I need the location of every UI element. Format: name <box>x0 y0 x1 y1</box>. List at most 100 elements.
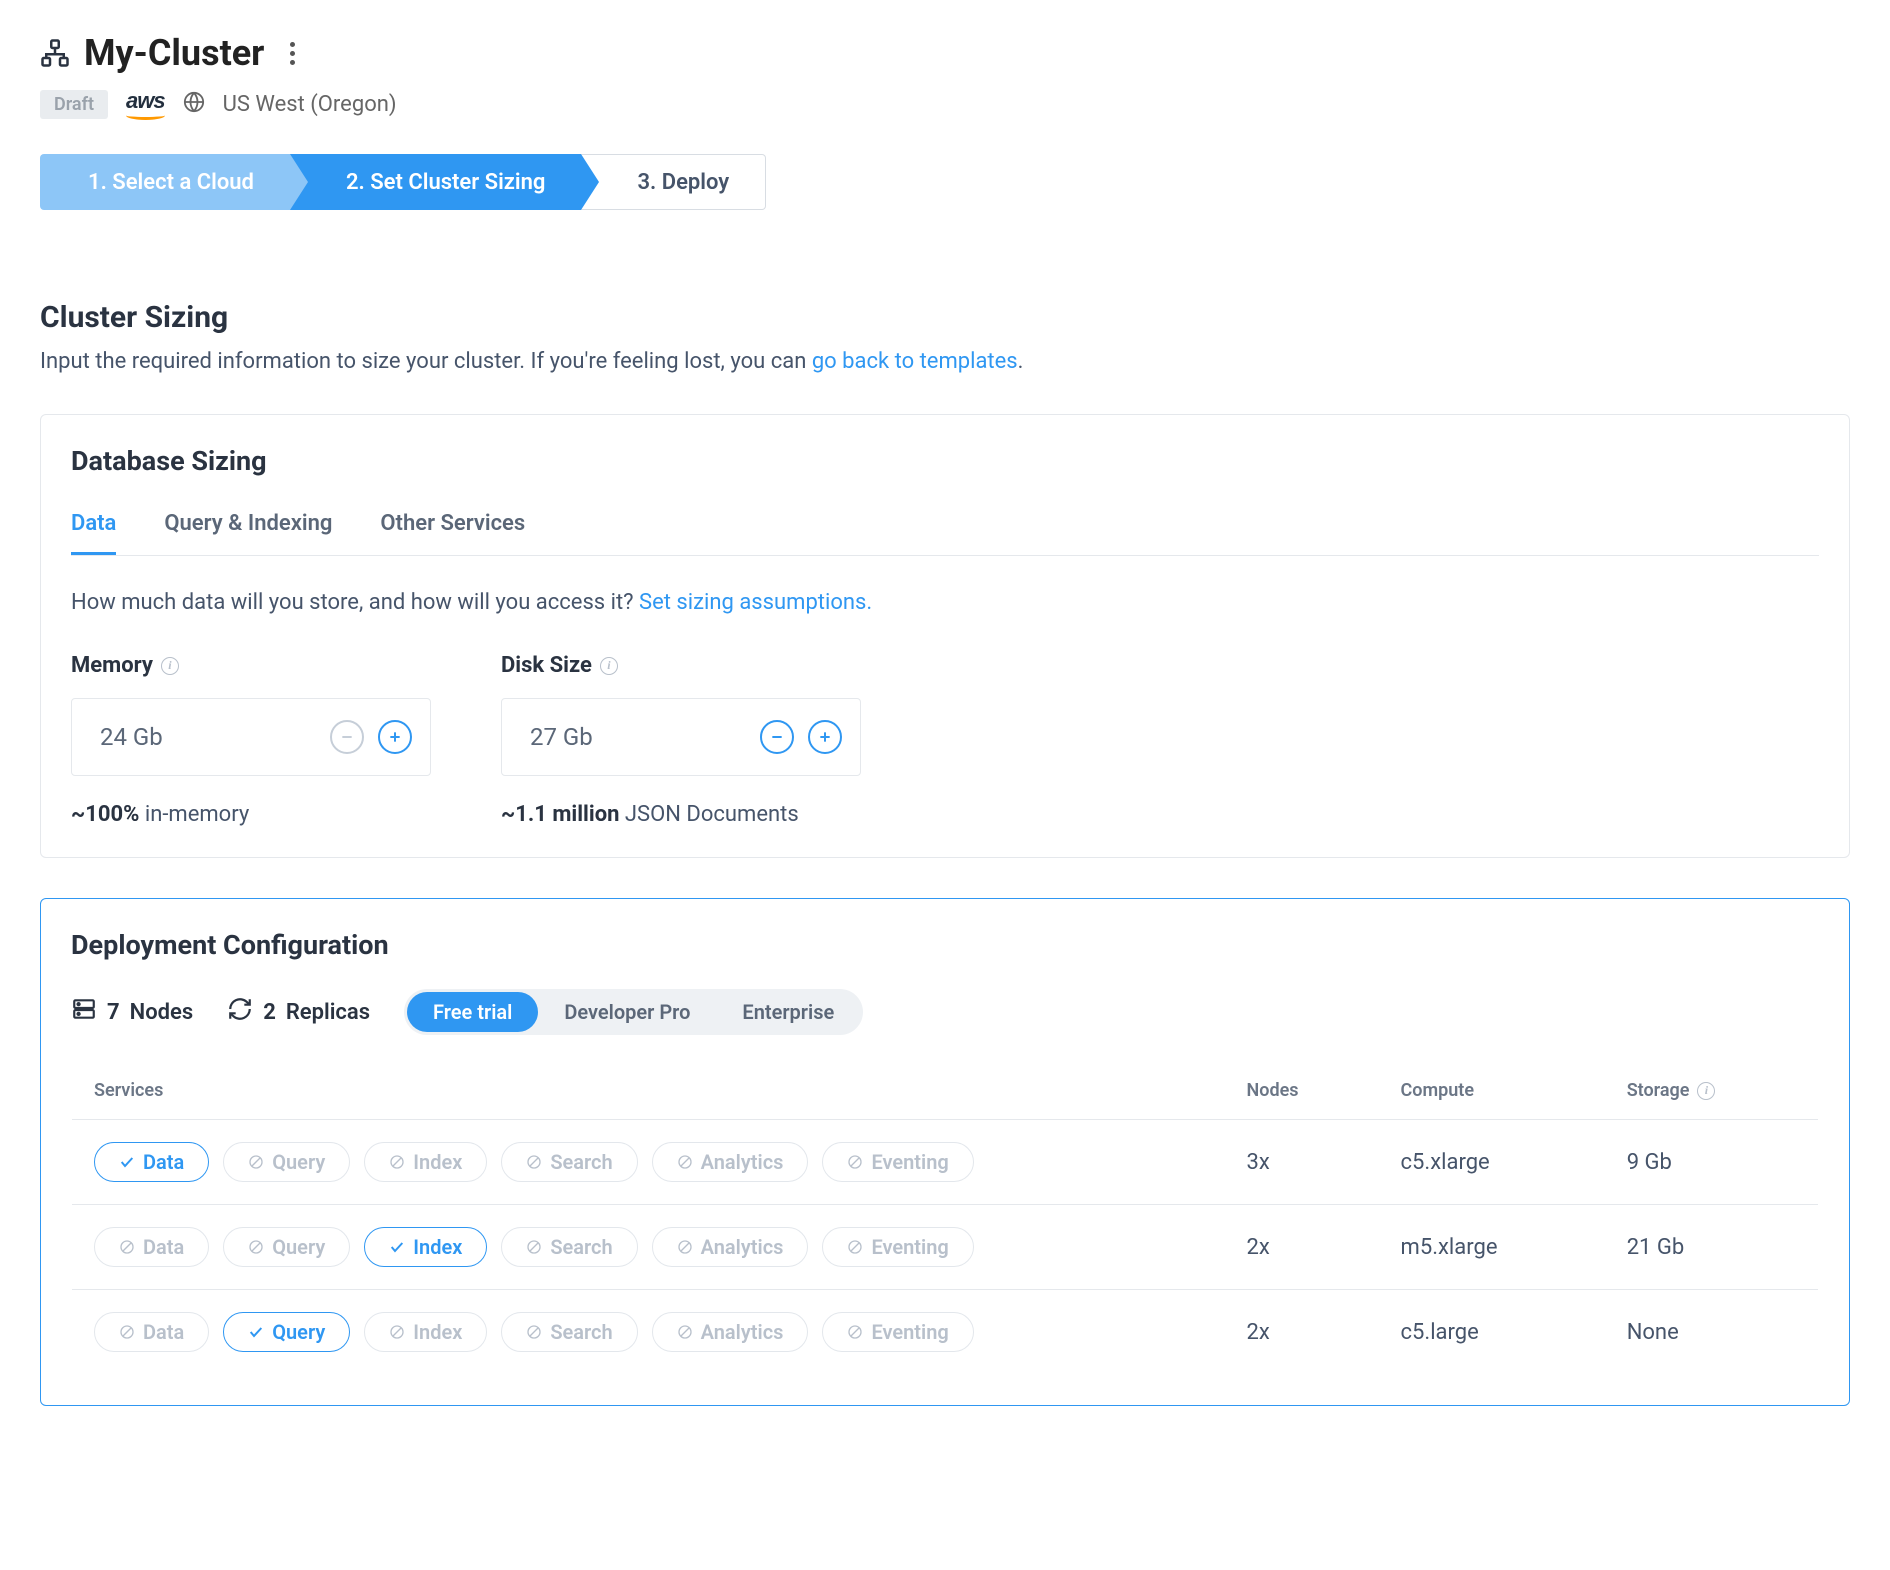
ban-icon <box>119 1239 135 1255</box>
service-chip-analytics[interactable]: Analytics <box>652 1312 809 1352</box>
memory-stepper: 24 Gb <box>71 698 431 776</box>
chip-label: Analytics <box>701 1150 784 1174</box>
cell-compute: m5.xlarge <box>1379 1205 1605 1290</box>
step-select-cloud[interactable]: 1. Select a Cloud <box>40 154 290 210</box>
nodes-summary: 7 Nodes <box>71 996 193 1028</box>
ban-icon <box>526 1154 542 1170</box>
memory-subtext: ~100% in-memory <box>71 802 431 827</box>
disk-decrement-button[interactable] <box>760 720 794 754</box>
deployment-config-card: Deployment Configuration 7 Nodes 2 Repli… <box>40 898 1850 1406</box>
section-title: Cluster Sizing <box>40 300 1850 335</box>
cell-compute: c5.xlarge <box>1379 1120 1605 1205</box>
plan-enterprise[interactable]: Enterprise <box>716 992 860 1032</box>
cell-nodes: 2x <box>1225 1205 1379 1290</box>
step-bar: 1. Select a Cloud 2. Set Cluster Sizing … <box>40 154 1850 210</box>
cell-compute: c5.large <box>1379 1290 1605 1375</box>
check-icon <box>248 1324 264 1340</box>
ban-icon <box>526 1324 542 1340</box>
ban-icon <box>847 1239 863 1255</box>
dep-card-title: Deployment Configuration <box>71 929 1819 961</box>
chip-label: Search <box>550 1235 612 1259</box>
info-icon[interactable]: i <box>161 657 179 675</box>
chip-label: Analytics <box>701 1235 784 1259</box>
chip-label: Search <box>550 1150 612 1174</box>
db-card-title: Database Sizing <box>71 445 1819 477</box>
refresh-icon <box>227 996 253 1028</box>
service-chip-eventing[interactable]: Eventing <box>822 1227 973 1267</box>
chip-label: Search <box>550 1320 612 1344</box>
service-chip-search[interactable]: Search <box>501 1142 637 1182</box>
check-icon <box>389 1239 405 1255</box>
th-compute: Compute <box>1379 1062 1605 1120</box>
service-chip-analytics[interactable]: Analytics <box>652 1142 809 1182</box>
table-row: Data Query Index Search Analytics Eventing 3xc… <box>72 1120 1819 1205</box>
set-sizing-assumptions-link[interactable]: Set sizing assumptions. <box>639 590 872 615</box>
replicas-summary: 2 Replicas <box>227 996 370 1028</box>
service-chip-query[interactable]: Query <box>223 1142 350 1182</box>
table-row: Data Query Index Search Analytics Eventing 2xc… <box>72 1290 1819 1375</box>
ban-icon <box>119 1324 135 1340</box>
memory-value: 24 Gb <box>100 723 163 751</box>
chip-label: Query <box>272 1150 325 1174</box>
more-menu-button[interactable] <box>278 39 306 67</box>
chip-label: Index <box>413 1150 462 1174</box>
chip-label: Index <box>413 1235 462 1259</box>
service-chip-data[interactable]: Data <box>94 1312 209 1352</box>
service-chip-data[interactable]: Data <box>94 1142 209 1182</box>
info-icon[interactable]: i <box>600 657 618 675</box>
tab-data[interactable]: Data <box>71 501 116 555</box>
cell-storage: None <box>1605 1290 1819 1375</box>
th-nodes: Nodes <box>1225 1062 1379 1120</box>
db-body-text: How much data will you store, and how wi… <box>71 590 639 615</box>
step-cluster-sizing[interactable]: 2. Set Cluster Sizing <box>290 154 582 210</box>
check-icon <box>119 1154 135 1170</box>
cluster-icon <box>40 38 70 68</box>
service-chip-eventing[interactable]: Eventing <box>822 1142 973 1182</box>
chip-label: Query <box>272 1320 325 1344</box>
section-description: Input the required information to size y… <box>40 349 1850 374</box>
go-back-templates-link[interactable]: go back to templates <box>812 349 1018 374</box>
server-icon <box>71 996 97 1028</box>
plan-developer-pro[interactable]: Developer Pro <box>538 992 716 1032</box>
tab-query-indexing[interactable]: Query & Indexing <box>164 501 332 555</box>
service-chip-search[interactable]: Search <box>501 1312 637 1352</box>
status-badge: Draft <box>40 90 108 119</box>
ban-icon <box>389 1154 405 1170</box>
database-sizing-card: Database Sizing Data Query & Indexing Ot… <box>40 414 1850 858</box>
region-label: US West (Oregon) <box>223 92 397 117</box>
ban-icon <box>248 1154 264 1170</box>
memory-label: Memory <box>71 653 153 678</box>
memory-increment-button[interactable] <box>378 720 412 754</box>
ban-icon <box>677 1239 693 1255</box>
cell-storage: 9 Gb <box>1605 1120 1819 1205</box>
cell-nodes: 3x <box>1225 1120 1379 1205</box>
service-chip-search[interactable]: Search <box>501 1227 637 1267</box>
memory-decrement-button[interactable] <box>330 720 364 754</box>
service-chip-analytics[interactable]: Analytics <box>652 1227 809 1267</box>
ban-icon <box>677 1324 693 1340</box>
service-chip-index[interactable]: Index <box>364 1227 487 1267</box>
service-chip-query[interactable]: Query <box>223 1227 350 1267</box>
ban-icon <box>847 1324 863 1340</box>
plan-free-trial[interactable]: Free trial <box>407 992 538 1032</box>
step-deploy[interactable]: 3. Deploy <box>581 154 766 210</box>
section-desc-post: . <box>1018 349 1024 374</box>
ban-icon <box>389 1324 405 1340</box>
disk-stepper: 27 Gb <box>501 698 861 776</box>
service-chip-index[interactable]: Index <box>364 1142 487 1182</box>
service-chip-data[interactable]: Data <box>94 1227 209 1267</box>
service-chip-eventing[interactable]: Eventing <box>822 1312 973 1352</box>
ban-icon <box>526 1239 542 1255</box>
disk-increment-button[interactable] <box>808 720 842 754</box>
service-chip-index[interactable]: Index <box>364 1312 487 1352</box>
service-chip-query[interactable]: Query <box>223 1312 350 1352</box>
page-title: My-Cluster <box>84 32 264 74</box>
plan-segmented-control: Free trial Developer Pro Enterprise <box>404 989 863 1035</box>
th-services: Services <box>72 1062 1225 1120</box>
info-icon[interactable]: i <box>1697 1082 1715 1100</box>
tab-other-services[interactable]: Other Services <box>380 501 525 555</box>
chip-label: Index <box>413 1320 462 1344</box>
cell-nodes: 2x <box>1225 1290 1379 1375</box>
cell-storage: 21 Gb <box>1605 1205 1819 1290</box>
ban-icon <box>677 1154 693 1170</box>
